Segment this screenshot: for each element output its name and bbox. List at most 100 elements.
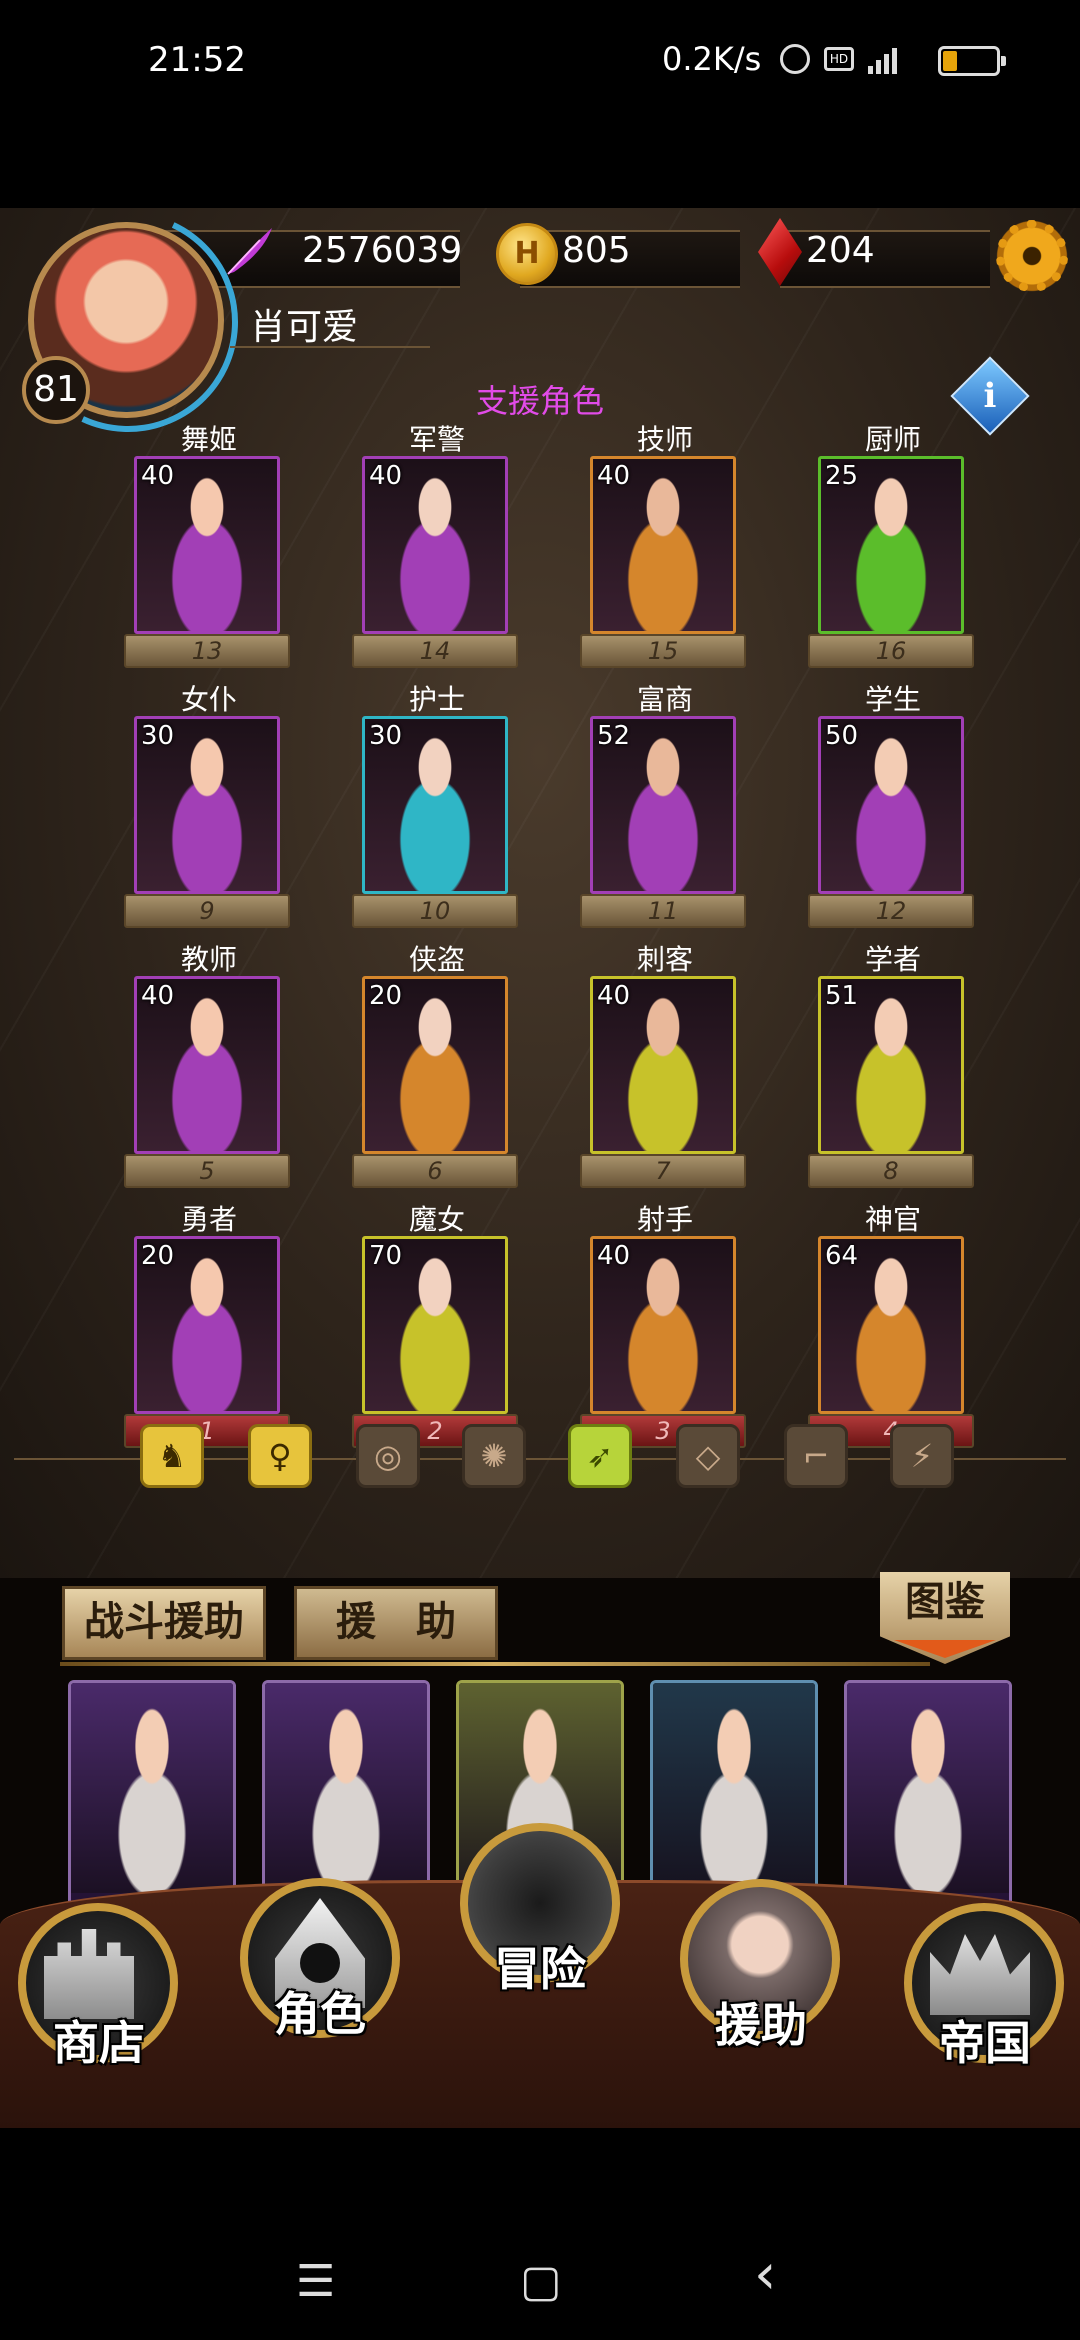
card-class-label: 军警	[408, 423, 465, 456]
nav-character-label: 角色	[274, 1987, 366, 2041]
nav-assist[interactable]: 援助	[676, 1879, 846, 2079]
card-class-label: 学生	[864, 683, 921, 716]
card-class-label: 技师	[636, 423, 693, 456]
wheel-icon[interactable]: ✺	[462, 1424, 526, 1488]
4g-signal-icon	[868, 44, 897, 74]
card-portrait: 52	[590, 716, 736, 894]
nav-empire-label: 帝国	[939, 2016, 1031, 2070]
card-class-label: 富商	[636, 683, 693, 716]
card-class-label: 射手	[636, 1203, 693, 1236]
battery-icon: 27	[938, 46, 1006, 76]
card-level: 40	[597, 1241, 631, 1271]
nav-empire[interactable]: 帝国	[900, 1903, 1070, 2103]
beast-icon[interactable]: ♞	[140, 1424, 204, 1488]
card-level: 40	[141, 461, 175, 491]
card-level: 40	[141, 981, 175, 1011]
card-portrait: 30	[134, 716, 280, 894]
card-number: 5	[199, 1157, 215, 1185]
card-level: 64	[825, 1241, 859, 1271]
tab-divider	[60, 1662, 930, 1666]
card-level: 52	[597, 721, 631, 751]
card-class-label: 侠盗	[408, 943, 465, 976]
card-portrait: 20	[362, 976, 508, 1154]
card-number: 15	[647, 637, 679, 665]
nav-assist-label: 援助	[715, 1998, 807, 2052]
bow-icon[interactable]: ➶	[568, 1424, 632, 1488]
tab-battle-assist[interactable]: 战斗援助	[62, 1586, 266, 1660]
hd-icon: HD	[824, 47, 854, 71]
card-class-label: 刺客	[636, 943, 693, 976]
network-speed: 0.2K/s	[662, 40, 762, 78]
card-number: 7	[655, 1157, 671, 1185]
coin-icon: H	[496, 223, 558, 285]
card-number: 11	[647, 897, 679, 925]
card-number: 14	[419, 637, 451, 665]
card-number: 13	[191, 637, 223, 665]
card-class-label: 舞姬	[180, 423, 237, 456]
quill-icon	[227, 228, 272, 275]
card-level: 50	[825, 721, 859, 751]
card-class-label: 女仆	[180, 683, 237, 716]
card-class-label: 神官	[864, 1203, 921, 1236]
back-icon[interactable]: ‹	[754, 2242, 776, 2307]
card-portrait: 40	[362, 456, 508, 634]
card-portrait: 25	[818, 456, 964, 634]
alarm-icon	[780, 44, 810, 74]
quill-currency-value: 2576039	[302, 230, 463, 271]
card-class-label: 护士	[408, 683, 465, 716]
menu-icon[interactable]: ☰	[296, 2256, 335, 2307]
card-class-label: 勇者	[180, 1203, 237, 1236]
card-level: 20	[141, 1241, 175, 1271]
class-filter-bar: ♞ ♀ ◎ ✺ ➶ ◇ ⌐ ⚡	[0, 1414, 1080, 1504]
card-class-label: 厨师	[864, 423, 921, 456]
nav-shop-label: 商店	[53, 2016, 145, 2070]
clock: 21:52	[148, 40, 246, 80]
card-class-label: 学者	[864, 943, 921, 976]
card-level: 25	[825, 461, 859, 491]
card-level: 30	[141, 721, 175, 751]
card-portrait: 51	[818, 976, 964, 1154]
target-icon[interactable]: ◎	[356, 1424, 420, 1488]
game-panel: 2576039 H 805 204 81 肖可爱 支援角色 i 舞姬 40 13 军警…	[0, 181, 1080, 1578]
card-portrait: 20	[134, 1236, 280, 1414]
nav-adventure-label: 冒险	[494, 1942, 586, 1996]
settings-gear-icon[interactable]	[994, 218, 1070, 294]
home-icon[interactable]: ▢	[520, 2256, 562, 2307]
card-portrait: 50	[818, 716, 964, 894]
card-level: 70	[369, 1241, 403, 1271]
card-level: 40	[369, 461, 403, 491]
card-level: 51	[825, 981, 859, 1011]
card-number: 9	[199, 897, 215, 925]
card-number: 10	[419, 897, 451, 925]
card-portrait: 40	[590, 456, 736, 634]
gem-currency-value: 204	[806, 230, 875, 271]
nav-character[interactable]: 角色	[240, 1878, 400, 2078]
player-name: 肖可爱	[250, 307, 359, 348]
card-level: 40	[597, 981, 631, 1011]
card-number: 16	[875, 637, 907, 665]
game-bottom-nav: 商店 角色 冒险 援助 帝国	[0, 1823, 1080, 2133]
woman-silhouette-icon[interactable]: ♀	[248, 1424, 312, 1488]
card-portrait: 30	[362, 716, 508, 894]
status-icons: HD	[780, 44, 897, 74]
card-portrait: 40	[590, 976, 736, 1154]
card-number: 6	[427, 1157, 443, 1185]
system-nav-bar: ☰ ▢ ‹	[0, 2128, 1080, 2340]
status-bar: 21:52 0.2K/s HD 27	[0, 0, 1080, 130]
support-section-title: 支援角色	[475, 382, 604, 420]
card-number: 12	[875, 897, 907, 925]
card-level: 40	[597, 461, 631, 491]
diamond-icon[interactable]: ◇	[676, 1424, 740, 1488]
boot-icon[interactable]: ⌐	[784, 1424, 848, 1488]
tab-assist[interactable]: 援 助	[294, 1586, 498, 1660]
castle-icon	[44, 1929, 134, 2019]
card-class-label: 魔女	[408, 1203, 465, 1236]
coin-currency-value: 805	[562, 230, 631, 271]
battery-level: 27	[956, 50, 982, 71]
codex-button[interactable]: 图鉴	[880, 1572, 1010, 1664]
card-level: 20	[369, 981, 403, 1011]
card-portrait: 40	[134, 456, 280, 634]
nav-shop[interactable]: 商店	[14, 1903, 184, 2103]
nav-adventure[interactable]: 冒险	[460, 1823, 620, 2023]
claw-icon[interactable]: ⚡	[890, 1424, 954, 1488]
